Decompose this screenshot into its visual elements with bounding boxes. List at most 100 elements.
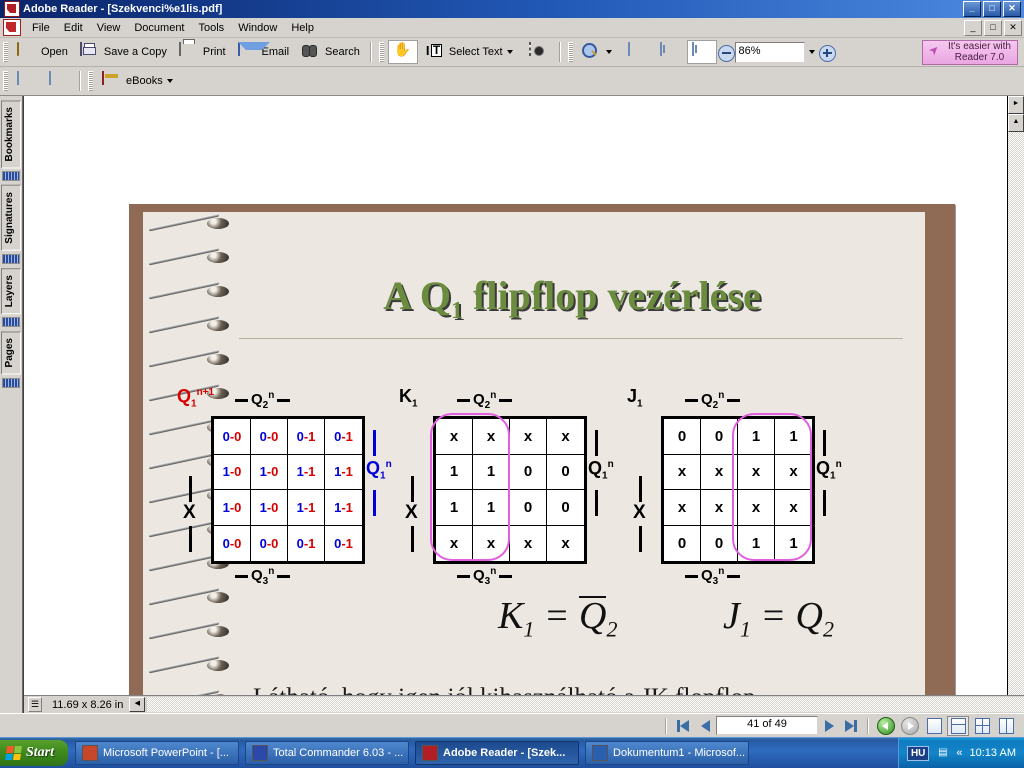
start-label: Start xyxy=(26,745,55,760)
tab-handle[interactable] xyxy=(2,171,20,182)
tab-handle[interactable] xyxy=(2,317,20,328)
page-number-field[interactable]: 41 of 49 xyxy=(716,716,818,735)
snapshot-tool-button[interactable] xyxy=(524,40,554,64)
doc-close-button[interactable]: ✕ xyxy=(1004,19,1022,36)
toolbar-grip[interactable] xyxy=(378,42,384,62)
slide-body-text: Látható, hogy igen jól kihasználható a J… xyxy=(253,682,885,695)
document-viewport[interactable]: A Q1 flipflop vezérlése Q1n+1 Q2n Q3n Q1n X 0… xyxy=(24,96,1007,695)
select-text-icon xyxy=(425,43,445,61)
sidebar-tab-layers[interactable]: Layers xyxy=(1,268,21,315)
variable-range-bar xyxy=(595,430,598,456)
last-page-button[interactable] xyxy=(841,717,861,735)
close-button[interactable]: ✕ xyxy=(1003,1,1021,17)
single-page-view-button[interactable] xyxy=(923,716,945,736)
chevron-down-icon[interactable] xyxy=(166,79,173,83)
language-indicator[interactable]: HU xyxy=(906,745,930,761)
k1-equation: K1 = Q2 xyxy=(498,595,618,642)
taskbar-button[interactable]: Total Commander 6.03 - ... xyxy=(245,741,410,765)
previous-view-button[interactable] xyxy=(877,716,895,735)
toolbar-grip[interactable] xyxy=(3,42,8,62)
zoom-level-input[interactable]: 86% xyxy=(734,41,805,63)
ebooks-button[interactable]: eBooks xyxy=(97,69,182,93)
sidebar-tab-signatures[interactable]: Signatures xyxy=(1,185,21,252)
menu-tools[interactable]: Tools xyxy=(192,20,232,36)
menu-file[interactable]: File xyxy=(25,20,57,36)
chevron-down-icon[interactable] xyxy=(605,50,612,54)
K1-map-corner-label: K1 xyxy=(399,386,418,410)
print-button[interactable]: Print xyxy=(174,40,231,64)
tab-handle[interactable] xyxy=(2,377,20,388)
page-layout-buttons xyxy=(922,715,1024,736)
save-a-copy-button[interactable]: Save a Copy xyxy=(75,40,172,64)
show-hidden-icons-button[interactable]: « xyxy=(956,747,962,759)
facing-view-button[interactable] xyxy=(971,716,993,736)
menu-window[interactable]: Window xyxy=(231,20,284,36)
taskbar-button[interactable]: Microsoft PowerPoint - [... xyxy=(75,741,240,765)
menu-help[interactable]: Help xyxy=(284,20,321,36)
kmap-cell: x xyxy=(510,419,547,455)
fit-page-button[interactable] xyxy=(655,40,685,64)
next-page-button[interactable] xyxy=(819,717,839,735)
hand-icon xyxy=(393,43,413,61)
toolbar-grip[interactable] xyxy=(567,42,573,62)
pdf-page: A Q1 flipflop vezérlése Q1n+1 Q2n Q3n Q1n X 0… xyxy=(129,204,955,695)
horizontal-scroll-track[interactable] xyxy=(147,697,1024,712)
next-page-button[interactable] xyxy=(44,69,74,93)
J1-map-right-variable-label: Q1n xyxy=(816,458,842,482)
variable-range-bar xyxy=(639,526,642,552)
doc-restore-button[interactable]: □ xyxy=(984,19,1002,36)
chevron-down-icon[interactable] xyxy=(506,50,513,54)
search-button[interactable]: Search xyxy=(296,40,365,64)
network-icon[interactable]: ▤ xyxy=(936,747,949,760)
binoculars-icon xyxy=(301,43,321,61)
kmap-group-loop xyxy=(732,413,812,561)
continuous-facing-view-button[interactable] xyxy=(995,716,1017,736)
fit-width-button[interactable] xyxy=(686,40,717,64)
menu-document[interactable]: Document xyxy=(127,20,191,36)
sidebar-tab-bookmarks[interactable]: Bookmarks xyxy=(1,100,21,169)
kmap-cell: 0 xyxy=(510,490,547,526)
toolbar-separator xyxy=(369,42,372,62)
continuous-view-button[interactable] xyxy=(947,715,969,736)
toolbar-grip[interactable] xyxy=(3,71,8,91)
maximize-button[interactable]: □ xyxy=(983,1,1001,17)
menu-edit[interactable]: Edit xyxy=(57,20,90,36)
previous-page-button[interactable] xyxy=(695,717,715,735)
scroll-right-button[interactable]: ► xyxy=(1008,96,1024,114)
minimize-button[interactable]: _ xyxy=(963,1,981,17)
scroll-track[interactable] xyxy=(1008,132,1024,695)
system-clock[interactable]: 10:13 AM xyxy=(970,747,1016,759)
spiral-ring xyxy=(149,587,237,606)
menu-view[interactable]: View xyxy=(90,20,128,36)
slide-title-rest: flipflop vezérlése xyxy=(463,273,761,318)
taskbar-button[interactable]: Dokumentum1 - Microsof... xyxy=(585,741,750,765)
scroll-left-button[interactable]: ◀ xyxy=(129,697,146,712)
hand-tool-button[interactable] xyxy=(387,40,418,64)
doc-minimize-button[interactable]: _ xyxy=(964,19,982,36)
zoom-dropdown-icon[interactable] xyxy=(808,50,815,54)
first-page-button[interactable] xyxy=(673,717,693,735)
toolbar-grip[interactable] xyxy=(88,71,93,91)
kmap-cell: 0 -1 xyxy=(288,419,325,455)
previous-page-button[interactable] xyxy=(12,69,42,93)
start-button[interactable]: Start xyxy=(0,740,69,766)
open-button[interactable]: Open xyxy=(12,40,73,64)
zoom-in-button[interactable] xyxy=(818,45,836,62)
tab-handle[interactable] xyxy=(2,254,20,265)
window-title: Adobe Reader - [Szekvenci%e1lis.pdf] xyxy=(23,3,223,15)
scroll-up-button[interactable]: ▲ xyxy=(1008,114,1024,132)
taskbar-button[interactable]: Adobe Reader - [Szek... xyxy=(415,741,580,765)
kmap-cell: 0 xyxy=(547,455,584,490)
zoom-out-button[interactable] xyxy=(717,45,735,62)
next-view-button[interactable] xyxy=(901,716,919,735)
reader-7-ad-banner[interactable]: It's easier with Reader 7.0 xyxy=(921,39,1018,65)
Q1-next-map: Q1n+1 Q2n Q3n Q1n X 0 -0 0 -0 0 -1 0 -1 1 -0 1 -0 1 -1 1 -1 1… xyxy=(173,380,392,587)
taskbar-button-label: Microsoft PowerPoint - [... xyxy=(103,747,229,759)
page-size-grip[interactable]: ☰ xyxy=(28,697,42,712)
zoom-tool-button[interactable] xyxy=(577,40,621,64)
select-text-button[interactable]: Select Text xyxy=(420,40,522,64)
sidebar-tab-pages[interactable]: Pages xyxy=(1,331,21,375)
vertical-scrollbar[interactable]: ► ▲ xyxy=(1007,96,1024,695)
email-button[interactable]: Email xyxy=(233,40,295,64)
actual-size-button[interactable] xyxy=(623,40,653,64)
